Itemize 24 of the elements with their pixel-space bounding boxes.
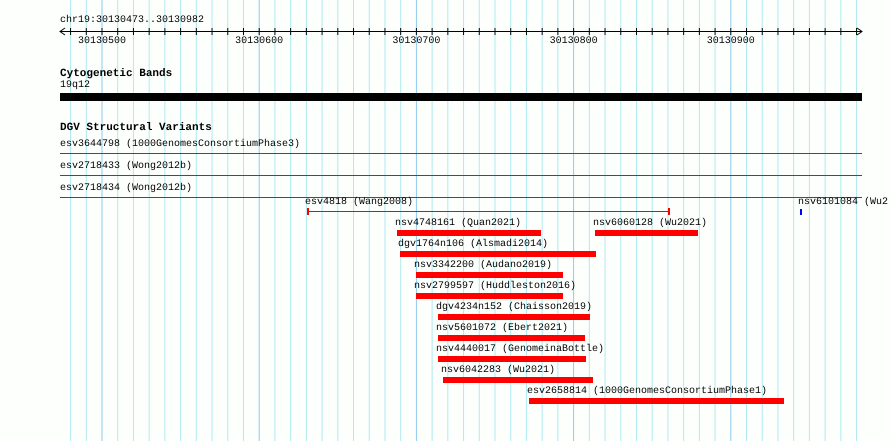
track-title: Cytogenetic Bands [60, 68, 172, 80]
track-title: DGV Structural Variants [60, 122, 212, 134]
tick-label: 30130500 [78, 36, 126, 48]
tick-label: 30130900 [706, 36, 755, 48]
location-label: chr19:30130473..30130982 [60, 15, 204, 27]
feature-label: nsv6042283 (Wu2021) [441, 365, 556, 377]
band-label: 19q12 [60, 80, 90, 92]
tick-label: 30130600 [235, 36, 284, 48]
feature-label: dgv1764n106 (Alsmadi2014) [398, 239, 548, 251]
feature-label: nsv6060128 (Wu2021) [593, 218, 708, 230]
tick-label: 30130700 [392, 36, 440, 48]
feature-label: nsv2799597 (Huddleston2016) [414, 281, 576, 293]
feature-label: esv2718434 (Wong2012b) [60, 183, 192, 195]
feature-label: esv2658814 (1000GenomesConsortiumPhase1) [527, 386, 768, 398]
feature-label: nsv4748161 (Quan2021) [395, 218, 522, 230]
feature-label: nsv5601072 (Ebert2021) [436, 323, 568, 335]
feature-label: nsv6101084 (Wu2 [798, 197, 888, 209]
feature-label: esv4818 (Wang2008) [305, 197, 414, 209]
feature-label: esv3644798 (1000GenomesConsortiumPhase3) [60, 139, 300, 151]
tick-label: 30130800 [550, 36, 598, 48]
feature-label: nsv3342200 (Audano2019) [414, 260, 552, 272]
feature-label: dgv4234n152 (Chaisson2019) [436, 302, 592, 314]
feature-label: esv2718433 (Wong2012b) [60, 161, 192, 173]
feature-label: nsv4440017 (GenomeinaBottle) [436, 344, 604, 356]
